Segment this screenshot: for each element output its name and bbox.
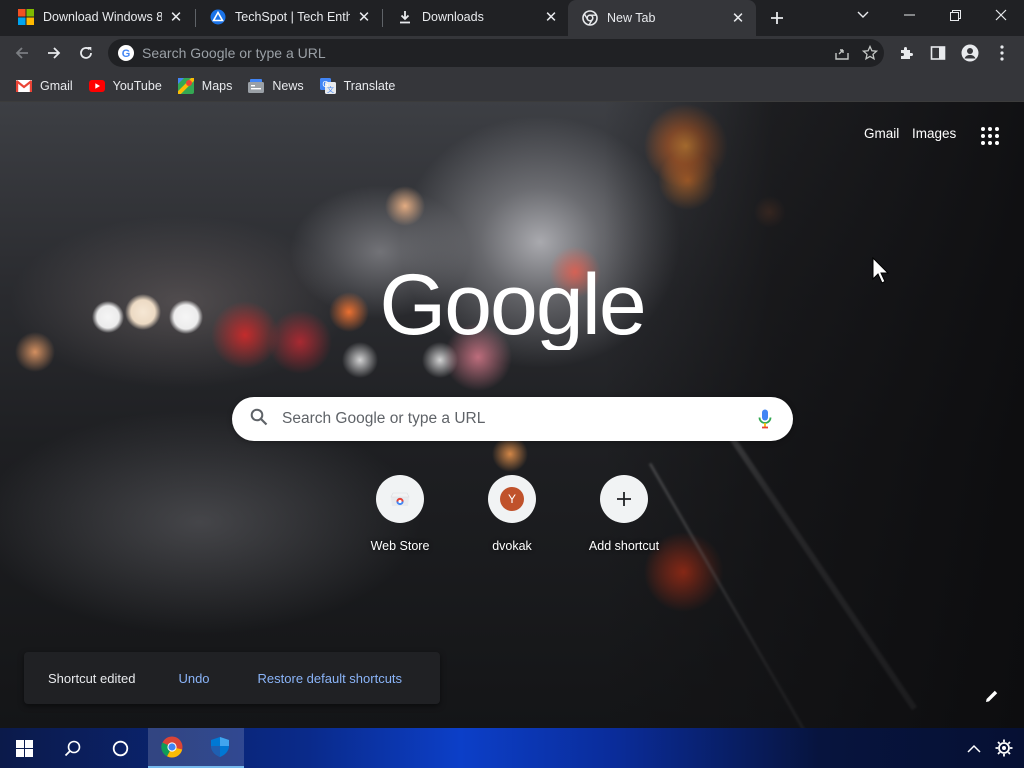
tab-title: TechSpot | Tech Enthusiasts <box>235 10 350 24</box>
shortcut-add[interactable]: Add shortcut <box>568 475 680 565</box>
shortcut-label: dvokak <box>492 539 532 553</box>
new-tab-plus-icon[interactable] <box>765 6 789 30</box>
tab-title: Download Windows 8.1 <box>43 10 162 24</box>
menu-kebab-icon[interactable] <box>988 39 1016 67</box>
google-logo-text: Google <box>379 260 644 350</box>
tab-title: Downloads <box>422 10 484 24</box>
bookmark-star-icon[interactable] <box>856 39 884 67</box>
shortcut-label: Web Store <box>370 539 430 553</box>
bookmark-label: Translate <box>343 78 396 93</box>
shortcut-dvokak[interactable]: Y dvokak <box>456 475 568 565</box>
search-box[interactable] <box>232 397 793 441</box>
chrome-web-store-icon <box>376 475 424 523</box>
windows-logo-icon <box>18 9 34 25</box>
bookmark-maps[interactable]: Maps <box>172 73 239 99</box>
omnibox[interactable]: G <box>108 39 884 67</box>
mouse-cursor-icon <box>872 257 890 284</box>
google-g-icon: G <box>118 45 134 61</box>
avatar: Y <box>500 487 524 511</box>
tab-new-tab[interactable]: New Tab ✕ <box>568 0 756 36</box>
google-logo: Google <box>379 260 646 350</box>
cortana-circle-icon[interactable] <box>96 728 144 768</box>
search-input[interactable] <box>282 410 745 428</box>
start-windows-icon[interactable] <box>0 728 48 768</box>
undo-button[interactable]: Undo <box>178 671 209 686</box>
browser-toolbar: G <box>0 36 1024 70</box>
letter-avatar-icon: Y <box>488 475 536 523</box>
toast-message: Shortcut edited <box>48 670 136 686</box>
bookmarks-bar: Gmail YouTube Maps News G文 Translate <box>0 70 1024 102</box>
maps-icon <box>177 77 194 94</box>
extensions-puzzle-icon[interactable] <box>892 39 920 67</box>
taskbar-defender-shield-icon[interactable] <box>196 728 244 768</box>
reload-icon[interactable] <box>72 39 100 67</box>
taskbar-chrome-icon[interactable] <box>148 728 196 768</box>
tab-download-windows[interactable]: Download Windows 8.1 ✕ <box>4 0 194 34</box>
bookmark-gmail[interactable]: Gmail <box>10 73 79 99</box>
bookmark-label: News <box>272 78 304 93</box>
close-tab-icon[interactable]: ✕ <box>168 9 184 26</box>
google-apps-grid-icon[interactable] <box>978 124 1002 148</box>
restore-icon[interactable] <box>932 0 978 30</box>
bookmark-youtube[interactable]: YouTube <box>83 73 168 99</box>
chrome-icon <box>582 10 598 26</box>
microphone-icon[interactable] <box>745 399 785 439</box>
bookmark-translate[interactable]: G文 Translate <box>314 73 402 99</box>
back-arrow-icon[interactable] <box>8 39 36 67</box>
bookmark-label: Maps <box>201 78 233 93</box>
restore-default-shortcuts-button[interactable]: Restore default shortcuts <box>258 671 403 686</box>
settings-gear-icon[interactable] <box>984 728 1024 768</box>
windows-taskbar <box>0 728 1024 768</box>
shortcut-web-store[interactable]: Web Store <box>344 475 456 565</box>
tab-search-chevron-down-icon[interactable] <box>840 0 886 30</box>
svg-text:G: G <box>122 48 131 60</box>
search-icon <box>250 408 268 431</box>
address-input[interactable] <box>142 45 828 61</box>
tab-strip: Download Windows 8.1 ✕ TechSpot | Tech E… <box>0 0 1024 36</box>
shortcut-label: Add shortcut <box>588 539 660 553</box>
tab-techspot[interactable]: TechSpot | Tech Enthusiasts ✕ <box>196 0 382 34</box>
close-tab-icon[interactable]: ✕ <box>730 10 746 27</box>
profile-icon[interactable] <box>956 39 984 67</box>
plus-icon <box>600 475 648 523</box>
forward-arrow-icon[interactable] <box>40 39 68 67</box>
gmail-icon <box>16 78 32 94</box>
svg-text:文: 文 <box>327 85 334 94</box>
close-tab-icon[interactable]: ✕ <box>356 9 372 26</box>
close-window-icon[interactable] <box>978 0 1024 30</box>
taskbar-search-icon[interactable] <box>48 728 96 768</box>
youtube-icon <box>88 78 105 94</box>
new-tab-page: Gmail Images Google Web Store Y dvokak A… <box>0 102 1024 728</box>
side-panel-icon[interactable] <box>924 39 952 67</box>
images-link[interactable]: Images <box>912 126 956 141</box>
share-icon[interactable] <box>828 39 856 67</box>
translate-icon: G文 <box>319 77 336 94</box>
tab-downloads[interactable]: Downloads ✕ <box>383 0 569 34</box>
bookmark-news[interactable]: News <box>242 73 309 99</box>
gmail-link[interactable]: Gmail <box>864 126 899 141</box>
download-icon <box>397 9 413 25</box>
bookmark-label: Gmail <box>40 78 73 93</box>
customize-pencil-icon[interactable] <box>980 684 1004 708</box>
shortcut-toast: Shortcut edited Undo Restore default sho… <box>24 652 440 704</box>
minimize-icon[interactable] <box>886 0 932 30</box>
close-tab-icon[interactable]: ✕ <box>543 9 559 26</box>
news-icon <box>248 78 265 94</box>
bookmark-label: YouTube <box>112 78 162 93</box>
tab-title: New Tab <box>607 11 656 25</box>
techspot-icon <box>210 9 226 25</box>
